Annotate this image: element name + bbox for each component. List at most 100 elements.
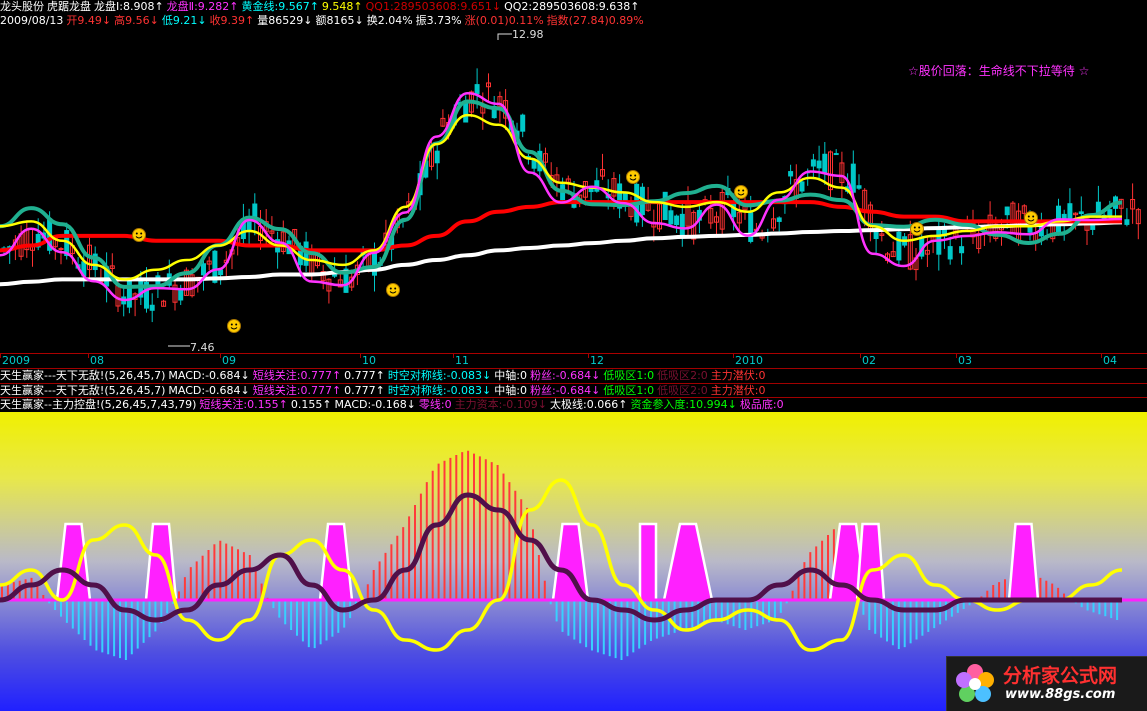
legend-item: 额8165↓ [315, 14, 364, 27]
legend-item: 天生赢家---天下无敌!(5,26,45,7) [0, 369, 166, 382]
date-tick: 10 [360, 354, 376, 367]
stock-chart-window: { "header": { "row1": [ {"text":"龙头股份","… [0, 0, 1147, 711]
legend-item: MACD:-0.168↓ [334, 398, 416, 411]
legend-item: 极品底:0 [739, 398, 784, 411]
legend-item: QQ1:289503608:9.651↓ [365, 0, 502, 13]
watermark: 分析家公式网 www.88gs.com [946, 656, 1147, 711]
legend-item: 主力潜伏:0 [710, 369, 766, 382]
candle [320, 264, 326, 290]
candle [92, 246, 98, 277]
candle [30, 229, 35, 267]
smiley-icon [734, 185, 748, 199]
smiley-icon [132, 228, 146, 242]
candle [149, 293, 155, 323]
legend-item: 短线关注:0.777↑ [252, 369, 342, 382]
legend-item: 龙盘Ⅱ:9.282↑ [166, 0, 239, 13]
legend-item: 天生赢家---天下无敌!(5,26,45,7) [0, 384, 166, 397]
candle [280, 220, 286, 255]
legend-item: MACD:-0.684↓ [168, 384, 250, 397]
indicator-legend-row-3: 天生赢家--主力控盘!(5,26,45,7,43,79) 短线关注:0.155↑ 0… [0, 398, 787, 412]
candle [776, 216, 782, 232]
legend-item: 主力资本:-0.109↓ [454, 398, 548, 411]
candle [890, 241, 896, 258]
legend-item: 低吸区2:0 [657, 384, 708, 397]
candle [936, 218, 942, 271]
legend-item: 低吸区1:0 [603, 369, 655, 382]
date-tick: 2010 [733, 354, 763, 367]
candle [1130, 183, 1136, 224]
legend-item: 粉丝:-0.684↓ [530, 369, 601, 382]
legend-item: 资金参入度:10.994↓ [630, 398, 737, 411]
candle [833, 149, 839, 156]
candle [326, 278, 332, 304]
candle [959, 235, 965, 265]
candle [810, 153, 816, 178]
candle [1135, 207, 1141, 240]
date-axis: 2009 08 09 10 11 12 2010 02 03 04 [0, 353, 1147, 368]
legend-item: 太极线:0.066↑ [550, 398, 628, 411]
candle [1010, 201, 1016, 235]
date-tick: 08 [88, 354, 104, 367]
candle [822, 142, 828, 185]
candle [206, 256, 212, 271]
candle [896, 226, 902, 267]
candle [662, 191, 668, 221]
candle [434, 145, 440, 180]
candle [657, 203, 662, 232]
date-tick: 04 [1101, 354, 1117, 367]
high-price-label: 12.98 [512, 28, 544, 41]
legend-item: 零线:0 [418, 398, 452, 411]
candle [856, 174, 862, 190]
legend-item: 短线关注:0.155↑ [199, 398, 288, 411]
candle [172, 280, 178, 311]
legend-item: 龙盘Ⅰ:8.908↑ [94, 0, 164, 13]
quote-header-row-2: 2009/08/13 开9.49↓ 高9.56↓ 低9.21↓ 收9.39↑ 量86529… [0, 14, 647, 28]
legend-item: MACD:-0.684↓ [168, 369, 250, 382]
candle [771, 207, 776, 231]
legend-item: 粉丝:-0.684↓ [530, 384, 601, 397]
candle [161, 299, 167, 307]
legend-item: 0.777↑ [344, 384, 385, 397]
candle [816, 145, 822, 181]
hump-mark [638, 522, 658, 602]
legend-item: 低吸区2:0 [657, 369, 708, 382]
candle [1124, 208, 1130, 227]
candle [867, 201, 873, 242]
candle [275, 231, 281, 269]
candle [799, 180, 805, 194]
legend-item: 低吸区1:0 [603, 384, 655, 397]
legend-item: 换2.04% [366, 14, 413, 27]
flower-logo-icon [956, 664, 994, 702]
indicator-legend-row-1: 天生赢家---天下无敌!(5,26,45,7) MACD:-0.684↓ 短线关注:… [0, 369, 769, 383]
candle [24, 220, 30, 258]
legend-item: 天生赢家--主力控盘!(5,26,45,7,43,79) [0, 398, 197, 411]
legend-item: 主力潜伏:0 [710, 384, 766, 397]
smiley-icon [910, 222, 924, 236]
legend-item: 高9.56↓ [114, 14, 159, 27]
legend-item: 虎踞龙盘 [47, 0, 91, 13]
candle [252, 193, 258, 236]
legend-item: 低9.21↓ [161, 14, 207, 27]
candle [18, 225, 24, 261]
legend-item: 量86529↓ [257, 14, 313, 27]
smiley-icon [1024, 211, 1038, 225]
date-tick: 03 [956, 354, 972, 367]
candle [742, 194, 748, 220]
legend-item: 涨(0.01)0.11% [464, 14, 544, 27]
legend-item: 2009/08/13 [0, 14, 64, 27]
legend-item: 中轴:0 [494, 369, 527, 382]
hump-mark [1007, 522, 1040, 602]
date-tick: 02 [860, 354, 876, 367]
candle [947, 236, 953, 265]
legend-item: 时空对称线:-0.083↓ [387, 384, 492, 397]
hump-mark [318, 522, 354, 602]
annotation-text: ☆股价回落：生命线不下拉等待 ☆ [908, 64, 1090, 78]
candle [520, 113, 526, 138]
smiley-icon [626, 170, 640, 184]
legend-item: 9.548↑ [321, 0, 363, 13]
legend-item: 指数(27.84)0.89% [546, 14, 644, 27]
candle [708, 194, 714, 229]
candle [486, 73, 491, 103]
candle [679, 202, 685, 247]
candle [58, 247, 64, 265]
